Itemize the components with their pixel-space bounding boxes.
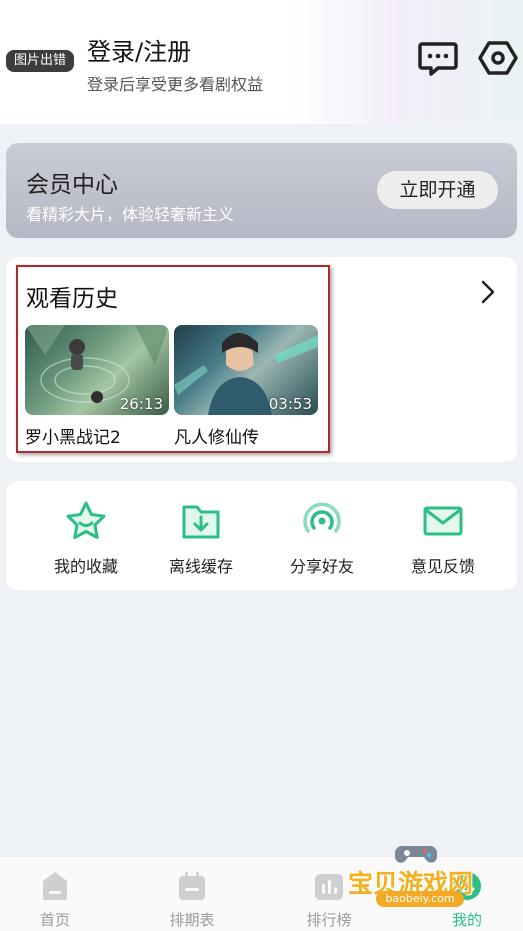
history-title-label: 凡人修仙传 bbox=[174, 428, 259, 448]
avatar[interactable]: 图片出错 bbox=[6, 50, 74, 72]
history-progress-time: 03:53 bbox=[268, 395, 312, 413]
feedback-button[interactable]: 意见反馈 bbox=[388, 499, 498, 579]
open-vip-button[interactable]: 立即开通 bbox=[377, 171, 498, 209]
offline-cache-button[interactable]: 离线缓存 bbox=[146, 499, 256, 579]
vip-subtitle: 看精彩大片，体验轻奢新主义 bbox=[26, 205, 235, 224]
quick-actions-card: 我的收藏 离线缓存 分享好友 意见反馈 bbox=[6, 481, 517, 590]
share-signal-icon bbox=[303, 502, 341, 533]
ranking-icon bbox=[315, 874, 343, 900]
home-icon bbox=[43, 872, 67, 900]
login-subtitle: 登录后享受更多看剧权益 bbox=[87, 75, 264, 94]
tab-schedule[interactable]: 排期表 bbox=[152, 869, 232, 930]
vip-title: 会员中心 bbox=[26, 172, 118, 198]
history-thumbnail[interactable]: 26:13 bbox=[25, 325, 169, 415]
feedback-label: 意见反馈 bbox=[410, 557, 475, 576]
tab-home-label: 首页 bbox=[39, 911, 70, 929]
history-thumbnail[interactable]: 03:53 bbox=[174, 325, 318, 415]
watermark-url: baobeiy.com bbox=[376, 891, 464, 907]
favorites-button[interactable]: 我的收藏 bbox=[31, 499, 141, 579]
favorites-label: 我的收藏 bbox=[53, 557, 118, 576]
message-icon[interactable] bbox=[418, 38, 458, 78]
history-progress-time: 26:13 bbox=[119, 395, 163, 413]
site-watermark: 宝贝游戏网 baobeiy.com bbox=[344, 840, 494, 920]
share-friends-button[interactable]: 分享好友 bbox=[267, 499, 377, 579]
offline-cache-label: 离线缓存 bbox=[168, 557, 233, 576]
profile-header: 图片出错 登录/注册 登录后享受更多看剧权益 bbox=[0, 0, 523, 124]
share-friends-label: 分享好友 bbox=[289, 557, 354, 576]
star-icon bbox=[66, 501, 106, 539]
chevron-right-icon[interactable] bbox=[478, 279, 498, 305]
watch-history-card: 观看历史 26:13 罗小黑战记2 03:53 凡人修仙传 bbox=[6, 257, 517, 462]
mail-icon bbox=[423, 506, 463, 536]
watch-history-title[interactable]: 观看历史 bbox=[26, 279, 118, 313]
download-folder-icon bbox=[182, 505, 220, 539]
tab-home[interactable]: 首页 bbox=[15, 869, 95, 930]
tab-schedule-label: 排期表 bbox=[169, 911, 215, 929]
history-title-label: 罗小黑战记2 bbox=[25, 428, 121, 448]
settings-icon[interactable] bbox=[478, 38, 518, 78]
vip-center-card[interactable]: 会员中心 看精彩大片，体验轻奢新主义 立即开通 bbox=[6, 143, 517, 238]
calendar-icon bbox=[179, 872, 205, 900]
login-register-link[interactable]: 登录/注册 bbox=[87, 32, 191, 67]
gamepad-icon bbox=[395, 846, 437, 863]
